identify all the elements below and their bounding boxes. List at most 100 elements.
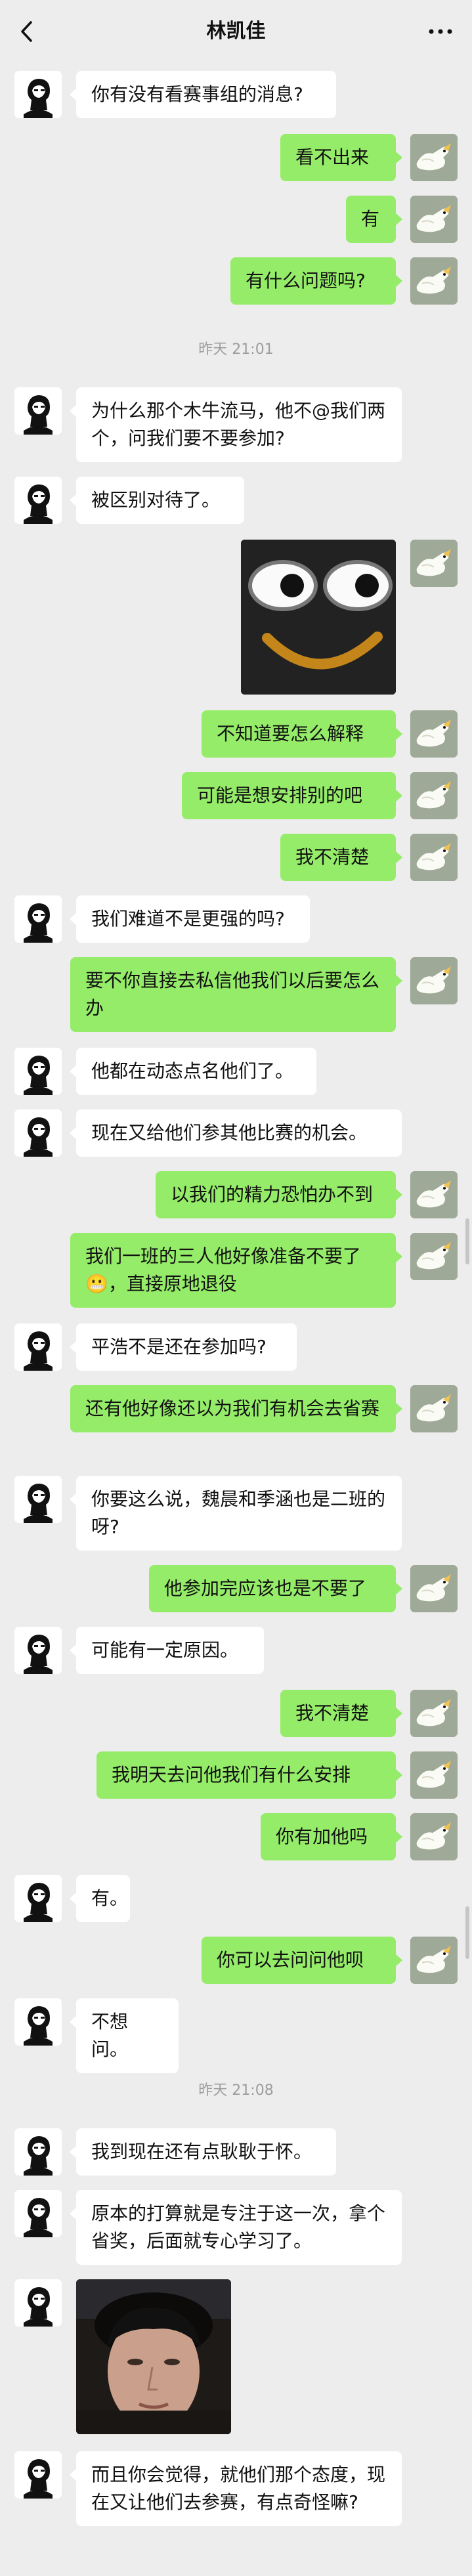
message-row: 现在又给他们参其他比赛的机会。 [14, 1109, 402, 1157]
contact-avatar[interactable] [14, 895, 62, 943]
contact-avatar[interactable] [14, 2279, 62, 2327]
my-avatar[interactable] [410, 772, 458, 819]
message-bubble[interactable]: 你可以去问问他呗 [202, 1937, 402, 1984]
contact-avatar[interactable] [14, 1109, 62, 1157]
message-bubble[interactable]: 你有没有看赛事组的消息? [70, 71, 336, 118]
my-avatar[interactable] [410, 957, 458, 1004]
message-bubble[interactable]: 我不清楚 [280, 1690, 402, 1737]
contact-avatar[interactable] [14, 1627, 62, 1674]
my-avatar[interactable] [410, 1171, 458, 1218]
my-avatar[interactable] [410, 257, 458, 305]
message-bubble[interactable]: 看不出来 [280, 134, 402, 181]
my-avatar[interactable] [410, 710, 458, 758]
contact-avatar[interactable] [14, 1323, 62, 1371]
message-bubble[interactable]: 他参加完应该也是不要了 [149, 1565, 402, 1612]
contact-avatar[interactable] [14, 1476, 62, 1523]
my-avatar[interactable] [410, 1751, 458, 1799]
message-row: 我到现在还有点耿耿于怀。 [14, 2128, 336, 2176]
message-bubble[interactable]: 平浩不是还在参加吗? [70, 1323, 297, 1371]
message-row: 被区别对待了。 [14, 477, 244, 524]
my-avatar[interactable] [410, 1385, 458, 1432]
message-bubble[interactable]: 有 [346, 196, 402, 243]
message-bubble[interactable]: 原本的打算就是专注于这一次，拿个省奖，后面就专心学习了。 [70, 2190, 402, 2265]
contact-avatar[interactable] [14, 387, 62, 435]
message-bubble[interactable]: 为什么那个木牛流马，他不@我们两个，问我们要不要参加? [70, 387, 402, 462]
contact-avatar[interactable] [14, 2190, 62, 2237]
my-avatar[interactable] [410, 1813, 458, 1860]
timestamp: 昨天 21:01 [198, 341, 274, 358]
message-row: 你有没有看赛事组的消息? [14, 71, 336, 118]
my-avatar[interactable] [410, 1233, 458, 1280]
contact-avatar[interactable] [14, 2128, 62, 2176]
message-row: 为什么那个木牛流马，他不@我们两个，问我们要不要参加? [14, 387, 402, 462]
sticker-image[interactable] [241, 540, 396, 695]
message-row: 我不清楚 [280, 1690, 458, 1737]
message-bubble[interactable]: 我们难道不是更强的吗? [70, 895, 310, 943]
message-bubble[interactable]: 他都在动态点名他们了。 [70, 1048, 316, 1095]
message-row: 看不出来 [280, 134, 458, 181]
photo-image[interactable] [76, 2279, 231, 2434]
message-row: 以我们的精力恐怕办不到 [156, 1171, 458, 1218]
contact-avatar[interactable] [14, 1875, 62, 1922]
googly-eyes-smile-sticker [241, 540, 396, 695]
message-row: 有。 [14, 1875, 130, 1922]
message-bubble[interactable]: 可能是想安排别的吧 [182, 772, 402, 819]
message-row: 原本的打算就是专注于这一次，拿个省奖，后面就专心学习了。 [14, 2190, 402, 2265]
scrollbar-thumb[interactable] [465, 1218, 469, 1264]
message-row: 我不清楚 [280, 834, 458, 881]
message-row: 我们难道不是更强的吗? [14, 895, 310, 943]
message-bubble[interactable]: 不想问。 [70, 1998, 179, 2073]
more-button[interactable] [426, 18, 455, 45]
message-row: 可能是想安排别的吧 [182, 772, 458, 819]
message-bubble[interactable]: 而且你会觉得，就他们那个态度，现在又让他们去参赛，有点奇怪嘛? [70, 2451, 402, 2526]
contact-avatar[interactable] [14, 1048, 62, 1095]
message-bubble[interactable]: 我明天去问他我们有什么安排 [97, 1751, 402, 1799]
contact-avatar[interactable] [14, 477, 62, 524]
message-row [14, 2279, 231, 2434]
message-row: 要不你直接去私信他我们以后要怎么办 [70, 957, 458, 1032]
chat-header: 林凯佳 [0, 0, 472, 63]
message-row: 他参加完应该也是不要了 [149, 1565, 458, 1612]
my-avatar[interactable] [410, 1690, 458, 1737]
message-bubble[interactable]: 我们一班的三人他好像准备不要了😬，直接原地退役 [70, 1233, 402, 1308]
message-row: 他都在动态点名他们了。 [14, 1048, 316, 1095]
my-avatar[interactable] [410, 540, 458, 587]
my-avatar[interactable] [410, 1937, 458, 1984]
more-horizontal-icon [429, 29, 452, 34]
message-row: 还有他好像还以为我们有机会去省赛 [70, 1385, 458, 1432]
message-bubble[interactable]: 你要这么说，魏晨和季涵也是二班的呀? [70, 1476, 402, 1551]
contact-avatar[interactable] [14, 1998, 62, 2046]
message-row: 你可以去问问他呗 [202, 1937, 458, 1984]
message-bubble[interactable]: 我到现在还有点耿耿于怀。 [70, 2128, 336, 2176]
message-row: 而且你会觉得，就他们那个态度，现在又让他们去参赛，有点奇怪嘛? [14, 2451, 402, 2526]
message-bubble[interactable]: 有什么问题吗? [230, 257, 402, 305]
contact-avatar[interactable] [14, 71, 62, 118]
message-bubble[interactable]: 我不清楚 [280, 834, 402, 881]
message-bubble[interactable]: 有。 [70, 1875, 130, 1922]
message-bubble[interactable]: 要不你直接去私信他我们以后要怎么办 [70, 957, 402, 1032]
my-avatar[interactable] [410, 196, 458, 243]
my-avatar[interactable] [410, 834, 458, 881]
contact-avatar[interactable] [14, 2451, 62, 2499]
message-row: 不知道要怎么解释 [202, 710, 458, 758]
my-avatar[interactable] [410, 1565, 458, 1612]
message-row: 可能有一定原因。 [14, 1627, 264, 1674]
message-bubble[interactable]: 可能有一定原因。 [70, 1627, 264, 1674]
message-row: 你有加他吗 [261, 1813, 458, 1860]
face-photo [76, 2279, 231, 2434]
my-avatar[interactable] [410, 134, 458, 181]
message-row: 你要这么说，魏晨和季涵也是二班的呀? [14, 1476, 402, 1551]
message-bubble[interactable]: 不知道要怎么解释 [202, 710, 402, 758]
message-row: 我明天去问他我们有什么安排 [97, 1751, 458, 1799]
timestamp: 昨天 21:08 [198, 2082, 274, 2099]
message-bubble[interactable]: 现在又给他们参其他比赛的机会。 [70, 1109, 402, 1157]
message-row: 我们一班的三人他好像准备不要了😬，直接原地退役 [70, 1233, 458, 1308]
message-bubble[interactable]: 你有加他吗 [261, 1813, 402, 1860]
message-bubble[interactable]: 以我们的精力恐怕办不到 [156, 1171, 402, 1218]
message-row: 有 [346, 196, 458, 243]
message-bubble[interactable]: 被区别对待了。 [70, 477, 244, 524]
scrollbar-thumb[interactable] [465, 1906, 469, 1959]
message-row: 不想问。 [14, 1998, 179, 2073]
message-bubble[interactable]: 还有他好像还以为我们有机会去省赛 [70, 1385, 402, 1432]
message-row: 有什么问题吗? [230, 257, 458, 305]
